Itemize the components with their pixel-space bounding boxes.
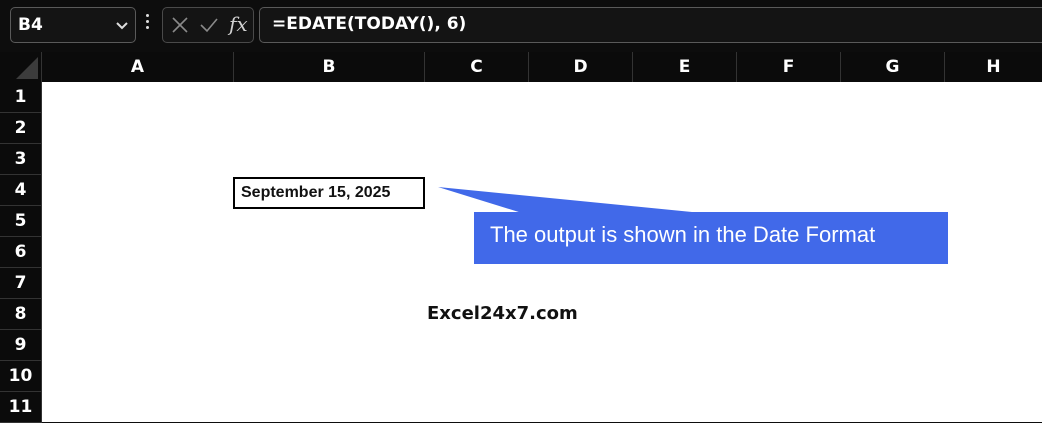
column-header-h[interactable]: H [945, 52, 1042, 82]
row-header-10[interactable]: 10 [0, 361, 42, 392]
row-header-6[interactable]: 6 [0, 237, 42, 268]
row-header-5[interactable]: 5 [0, 206, 42, 237]
formula-bar-area: B4 fx =EDATE(TODAY(), 6) [0, 0, 1042, 52]
row-header-11[interactable]: 11 [0, 392, 42, 423]
chevron-down-icon[interactable] [115, 16, 129, 34]
row-header-1[interactable]: 1 [0, 82, 42, 113]
row-header-7[interactable]: 7 [0, 268, 42, 299]
row-header-8[interactable]: 8 [0, 299, 42, 330]
row-headers: 1 2 3 4 5 6 7 8 9 10 11 [0, 82, 42, 423]
formula-actions: fx [162, 7, 254, 43]
callout-box: The output is shown in the Date Format [474, 212, 948, 264]
more-options-icon[interactable] [144, 14, 150, 36]
column-header-f[interactable]: F [737, 52, 841, 82]
close-icon[interactable] [171, 16, 189, 34]
name-box-value: B4 [18, 15, 43, 35]
row-header-4[interactable]: 4 [0, 175, 42, 206]
worksheet-grid[interactable]: September 15, 2025 The output is shown i… [42, 82, 1042, 422]
column-header-a[interactable]: A [42, 52, 234, 82]
column-header-c[interactable]: C [425, 52, 529, 82]
cell-b4[interactable]: September 15, 2025 [233, 177, 425, 209]
column-header-e[interactable]: E [633, 52, 737, 82]
row-header-2[interactable]: 2 [0, 113, 42, 144]
select-all-button[interactable] [0, 52, 42, 82]
row-header-9[interactable]: 9 [0, 330, 42, 361]
column-header-b[interactable]: B [234, 52, 425, 82]
column-headers: A B C D E F G H [0, 52, 1042, 82]
formula-input[interactable]: =EDATE(TODAY(), 6) [259, 7, 1042, 43]
watermark-text: Excel24x7.com [427, 303, 578, 324]
column-header-d[interactable]: D [529, 52, 633, 82]
name-box[interactable]: B4 [10, 7, 136, 43]
formula-text: =EDATE(TODAY(), 6) [272, 14, 467, 34]
callout-text: The output is shown in the Date Format [490, 222, 876, 247]
column-header-g[interactable]: G [841, 52, 945, 82]
row-header-3[interactable]: 3 [0, 144, 42, 175]
insert-function-icon[interactable]: fx [229, 12, 248, 36]
check-icon[interactable] [199, 16, 219, 34]
